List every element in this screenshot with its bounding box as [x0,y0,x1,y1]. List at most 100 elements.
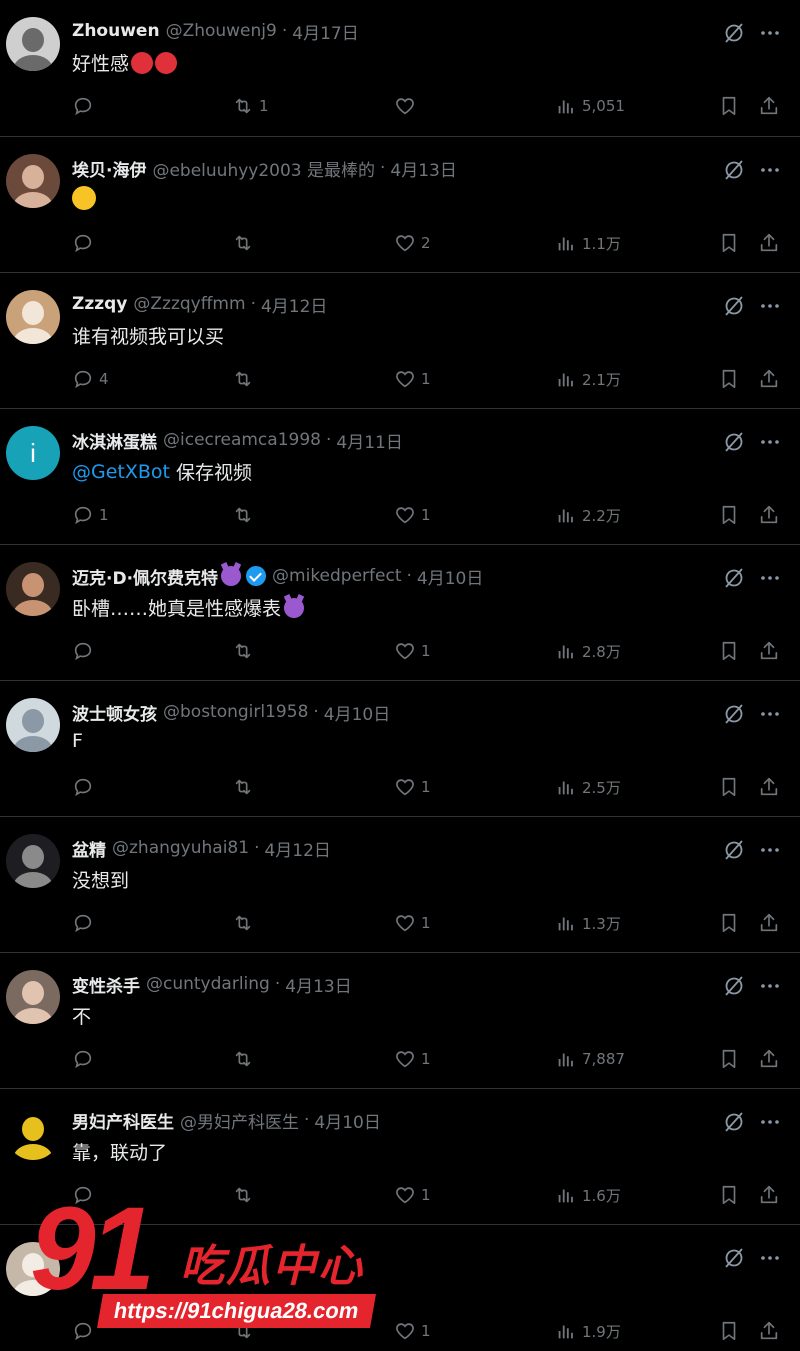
grok-icon[interactable] [722,702,746,726]
share-button[interactable] [758,1183,780,1207]
avatar[interactable] [6,17,60,71]
more-options-icon[interactable] [758,158,782,182]
views-button[interactable]: 2.8万 [555,639,621,663]
retweet-button[interactable] [232,1183,259,1207]
avatar[interactable] [6,970,60,1024]
tweet[interactable]: 盆精 @zhangyuhai81 · 4月12日 没想到 1 1.3万 [0,817,800,953]
author-handle[interactable]: @mikedperfect [272,566,401,586]
reply-button[interactable] [72,94,99,118]
more-options-icon[interactable] [758,430,782,454]
avatar[interactable] [6,154,60,208]
author-name[interactable]: 迈克·D·佩尔费克特 [72,564,218,589]
author-name[interactable]: 变性杀手 [72,972,140,997]
retweet-button[interactable] [232,367,259,391]
avatar[interactable] [6,1242,60,1296]
bookmark-button[interactable] [718,911,740,935]
author-name[interactable]: Zzzqy [72,294,127,314]
like-button[interactable]: 1 [394,367,431,391]
grok-icon[interactable] [722,566,746,590]
like-button[interactable]: 1 [394,503,431,527]
author-handle[interactable]: @icecreamca1998 [163,430,321,450]
author-handle[interactable]: @Zhouwenj9 [166,21,277,41]
author-name[interactable]: 冰淇淋蛋糕 [72,428,157,453]
retweet-button[interactable] [232,1319,259,1343]
author-name[interactable]: 埃贝·海伊 [72,156,146,181]
reply-button[interactable]: 4 [72,367,109,391]
avatar[interactable] [6,290,60,344]
share-button[interactable] [758,775,780,799]
tweet[interactable]: 迈克·D·佩尔费克特 @mikedperfect · 4月10日 卧槽……她真是性感爆表… [0,545,800,681]
share-button[interactable] [758,911,780,935]
bookmark-button[interactable] [718,1183,740,1207]
views-button[interactable]: 2.1万 [555,367,621,391]
reply-button[interactable]: 1 [72,503,109,527]
bookmark-button[interactable] [718,94,740,118]
grok-icon[interactable] [722,430,746,454]
share-button[interactable] [758,367,780,391]
retweet-button[interactable] [232,911,259,935]
share-button[interactable] [758,231,780,255]
tweet-date[interactable]: 4月12日 [261,292,327,317]
share-button[interactable] [758,1319,780,1343]
reply-button[interactable] [72,1319,99,1343]
grok-icon[interactable] [722,1110,746,1134]
more-options-icon[interactable] [758,974,782,998]
retweet-button[interactable] [232,503,259,527]
author-name[interactable]: 波士顿女孩 [72,700,157,725]
tweet[interactable]: 波士顿女孩 @bostongirl1958 · 4月10日 F 1 2.5万 [0,681,800,817]
bookmark-button[interactable] [718,231,740,255]
like-button[interactable]: 2 [394,231,431,255]
share-button[interactable] [758,639,780,663]
views-button[interactable]: 1.3万 [555,911,621,935]
tweet-date[interactable]: 4月10日 [324,700,390,725]
retweet-button[interactable] [232,775,259,799]
bookmark-button[interactable] [718,503,740,527]
more-options-icon[interactable] [758,566,782,590]
like-button[interactable]: 1 [394,1047,431,1071]
bookmark-button[interactable] [718,367,740,391]
reply-button[interactable] [72,1183,99,1207]
grok-icon[interactable] [722,1246,746,1270]
views-button[interactable]: 1.6万 [555,1183,621,1207]
avatar[interactable] [6,562,60,616]
views-button[interactable]: 5,051 [555,94,625,118]
bookmark-button[interactable] [718,1047,740,1071]
tweet[interactable]: 1 1.9万 [0,1225,800,1351]
views-button[interactable]: 2.5万 [555,775,621,799]
reply-button[interactable] [72,639,99,663]
author-name[interactable]: 盆精 [72,836,106,861]
tweet[interactable]: 男妇产科医生 @男妇产科医生 · 4月10日 靠，联动了 1 1.6万 [0,1089,800,1225]
author-name[interactable]: Zhouwen [72,21,160,41]
more-options-icon[interactable] [758,21,782,45]
more-options-icon[interactable] [758,702,782,726]
like-button[interactable] [394,94,421,118]
avatar[interactable] [6,1106,60,1160]
tweet[interactable]: 埃贝·海伊 @ebeluuhyy2003 是最棒的 · 4月13日 2 1.1万 [0,137,800,273]
grok-icon[interactable] [722,838,746,862]
share-button[interactable] [758,503,780,527]
tweet-date[interactable]: 4月17日 [292,19,358,44]
more-options-icon[interactable] [758,1110,782,1134]
like-button[interactable]: 1 [394,911,431,935]
views-button[interactable]: 1.1万 [555,231,621,255]
grok-icon[interactable] [722,158,746,182]
tweet[interactable]: Zhouwen @Zhouwenj9 · 4月17日 好性感 1 5,051 [0,0,800,137]
like-button[interactable]: 1 [394,639,431,663]
more-options-icon[interactable] [758,294,782,318]
tweet-date[interactable]: 4月10日 [314,1108,380,1133]
reply-button[interactable] [72,231,99,255]
reply-button[interactable] [72,911,99,935]
tweet-date[interactable]: 4月13日 [285,972,351,997]
tweet-date[interactable]: 4月10日 [417,564,483,589]
reply-button[interactable] [72,1047,99,1071]
author-name[interactable]: 男妇产科医生 [72,1108,174,1133]
author-handle[interactable]: @男妇产科医生 [180,1108,299,1133]
author-handle[interactable]: @Zzzqyffmm [133,294,245,314]
avatar[interactable] [6,698,60,752]
tweet[interactable]: 变性杀手 @cuntydarling · 4月13日不 1 7,887 [0,953,800,1089]
author-handle[interactable]: @bostongirl1958 [163,702,308,722]
share-button[interactable] [758,94,780,118]
tweet[interactable]: Zzzqy @Zzzqyffmm · 4月12日 谁有视频我可以买 4 1 2.1万 [0,273,800,409]
retweet-button[interactable]: 1 [232,94,269,118]
author-handle[interactable]: @ebeluuhyy2003 是最棒的 [152,156,375,181]
